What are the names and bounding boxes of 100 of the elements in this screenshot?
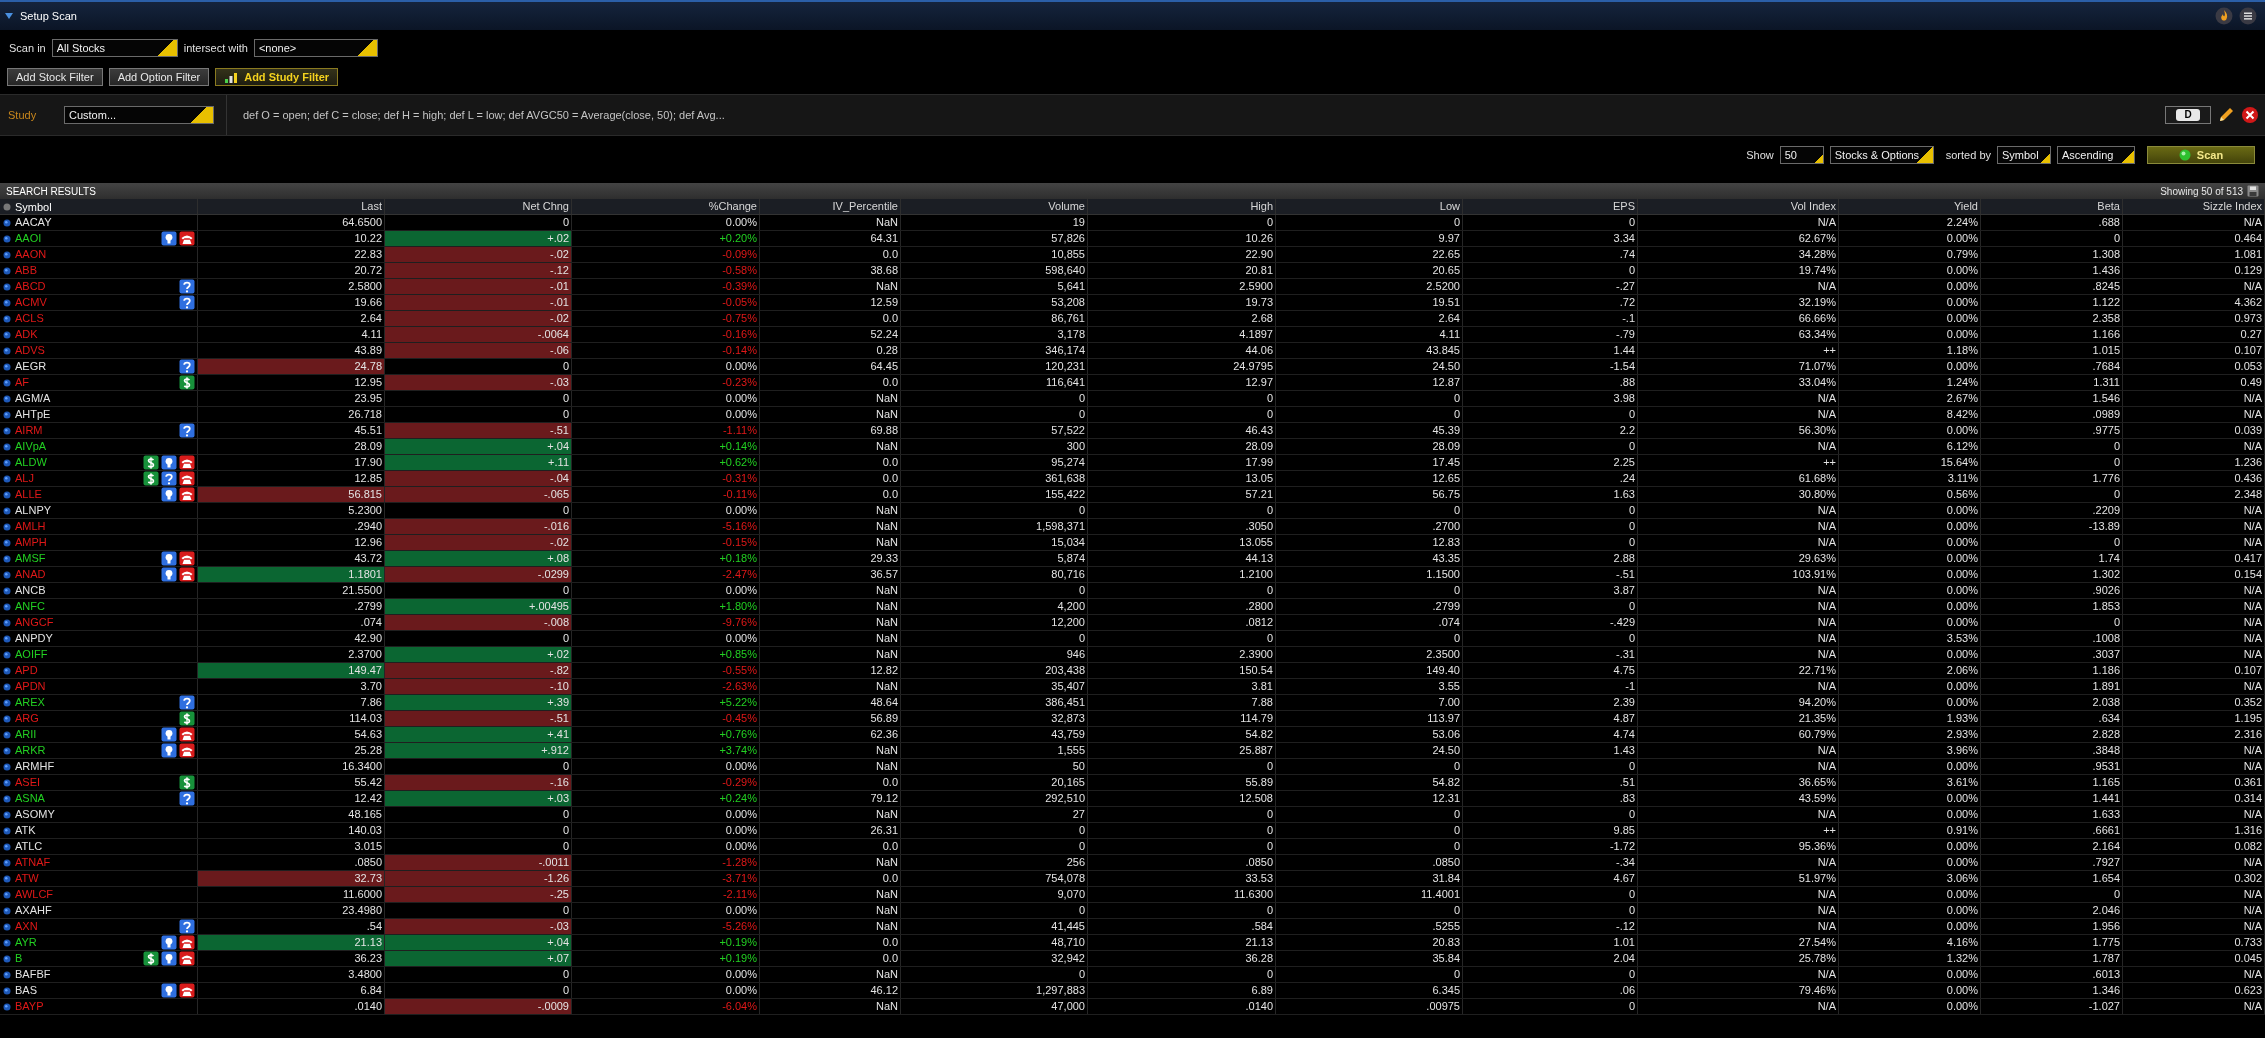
ticker-symbol[interactable]: AMLH (15, 519, 46, 534)
lightbulb-icon[interactable] (161, 951, 177, 966)
ticker-symbol[interactable]: AAON (15, 247, 47, 262)
sort-order-dropdown[interactable]: Ascending (2057, 146, 2135, 164)
column-header[interactable]: High (1088, 199, 1276, 214)
period-button[interactable]: D (2165, 106, 2211, 124)
column-header[interactable]: EPS (1463, 199, 1638, 214)
column-header[interactable]: Net Chng (385, 199, 572, 214)
column-header[interactable]: Low (1276, 199, 1463, 214)
dollar-icon[interactable] (179, 375, 195, 390)
column-header[interactable]: %Change (572, 199, 760, 214)
ticker-symbol[interactable]: ABCD (15, 279, 46, 294)
ticker-symbol[interactable]: BAYP (15, 999, 44, 1014)
lightbulb-icon[interactable] (161, 551, 177, 566)
phone-icon[interactable] (179, 487, 195, 502)
column-header[interactable]: Volume (901, 199, 1088, 214)
ticker-symbol[interactable]: B (15, 951, 23, 966)
menu-icon[interactable] (2239, 7, 2257, 25)
ticker-symbol[interactable]: AOIFF (15, 647, 48, 662)
column-header[interactable]: Last (198, 199, 385, 214)
ticker-symbol[interactable]: ARG (15, 711, 39, 726)
ticker-symbol[interactable]: APD (15, 663, 38, 678)
ticker-symbol[interactable]: ALNPY (15, 503, 52, 518)
lightbulb-icon[interactable] (161, 743, 177, 758)
dollar-icon[interactable] (143, 471, 159, 486)
column-header[interactable]: Beta (1981, 199, 2123, 214)
question-icon[interactable] (161, 471, 177, 486)
ticker-symbol[interactable]: ARII (15, 727, 37, 742)
lightbulb-icon[interactable] (161, 935, 177, 950)
filter-button[interactable]: Add Stock Filter (7, 68, 103, 86)
ticker-symbol[interactable]: ASNA (15, 791, 45, 806)
ticker-symbol[interactable]: AMSF (15, 551, 46, 566)
ticker-symbol[interactable]: AAOI (15, 231, 42, 246)
save-icon[interactable] (2247, 185, 2259, 197)
study-dropdown[interactable]: Custom... (64, 106, 214, 124)
ticker-symbol[interactable]: ARMHF (15, 759, 55, 774)
phone-icon[interactable] (179, 471, 195, 486)
ticker-symbol[interactable]: AHTpE (15, 407, 51, 422)
column-header[interactable]: Sizzle Index (2123, 199, 2265, 214)
pencil-icon[interactable] (2217, 106, 2235, 124)
ticker-symbol[interactable]: APDN (15, 679, 46, 694)
dollar-icon[interactable] (143, 455, 159, 470)
lightbulb-icon[interactable] (161, 983, 177, 998)
scan-button[interactable]: Scan (2147, 146, 2255, 164)
phone-icon[interactable] (179, 951, 195, 966)
question-icon[interactable] (179, 359, 195, 374)
intersect-dropdown[interactable]: <none> (253, 39, 378, 57)
scan-in-dropdown[interactable]: All Stocks (51, 39, 178, 57)
ticker-symbol[interactable]: ANPDY (15, 631, 53, 646)
ticker-symbol[interactable]: ALLE (15, 487, 42, 502)
collapse-icon[interactable] (4, 12, 14, 20)
count-dropdown[interactable]: 50 (1779, 146, 1824, 164)
ticker-symbol[interactable]: AGM/A (15, 391, 51, 406)
ticker-symbol[interactable]: ACLS (15, 311, 44, 326)
ticker-symbol[interactable]: ANFC (15, 599, 45, 614)
ticker-symbol[interactable]: ARKR (15, 743, 46, 758)
ticker-symbol[interactable]: AF (15, 375, 30, 390)
ticker-symbol[interactable]: ASOMY (15, 807, 55, 822)
ticker-symbol[interactable]: ANAD (15, 567, 46, 582)
question-icon[interactable] (179, 295, 195, 310)
ticker-symbol[interactable]: ATLC (15, 839, 43, 854)
filter-button[interactable]: Add Study Filter (215, 68, 339, 86)
ticker-symbol[interactable]: ABB (15, 263, 37, 278)
ticker-symbol[interactable]: ASEI (15, 775, 41, 790)
ticker-symbol[interactable]: AXAHF (15, 903, 52, 918)
ticker-symbol[interactable]: ADK (15, 327, 38, 342)
ticker-symbol[interactable]: ACMV (15, 295, 47, 310)
ticker-symbol[interactable]: ATK (15, 823, 36, 838)
filter-button[interactable]: Add Option Filter (108, 68, 210, 86)
phone-icon[interactable] (179, 935, 195, 950)
sort-field-dropdown[interactable]: Symbol (1997, 146, 2051, 164)
question-icon[interactable] (179, 919, 195, 934)
lightbulb-icon[interactable] (161, 455, 177, 470)
ticker-symbol[interactable]: AIVpA (15, 439, 47, 454)
phone-icon[interactable] (179, 231, 195, 246)
type-dropdown[interactable]: Stocks & Options (1829, 146, 1934, 164)
ticker-symbol[interactable]: ANCB (15, 583, 46, 598)
lightbulb-icon[interactable] (161, 567, 177, 582)
ticker-symbol[interactable]: AACAY (15, 215, 52, 230)
dollar-icon[interactable] (179, 775, 195, 790)
lightbulb-icon[interactable] (161, 487, 177, 502)
ticker-symbol[interactable]: AMPH (15, 535, 47, 550)
ticker-symbol[interactable]: ALJ (15, 471, 34, 486)
dollar-icon[interactable] (179, 711, 195, 726)
column-header[interactable]: Vol Index (1638, 199, 1839, 214)
dollar-icon[interactable] (143, 951, 159, 966)
ticker-symbol[interactable]: AEGR (15, 359, 47, 374)
ticker-symbol[interactable]: BAS (15, 983, 37, 998)
flame-icon[interactable] (2215, 7, 2233, 25)
question-icon[interactable] (179, 791, 195, 806)
ticker-symbol[interactable]: BAFBF (15, 967, 51, 982)
ticker-symbol[interactable]: AWLCF (15, 887, 54, 902)
lightbulb-icon[interactable] (161, 231, 177, 246)
phone-icon[interactable] (179, 983, 195, 998)
question-icon[interactable] (179, 423, 195, 438)
ticker-symbol[interactable]: AXN (15, 919, 38, 934)
column-header[interactable]: Yield (1839, 199, 1981, 214)
phone-icon[interactable] (179, 567, 195, 582)
question-icon[interactable] (179, 695, 195, 710)
ticker-symbol[interactable]: ALDW (15, 455, 47, 470)
